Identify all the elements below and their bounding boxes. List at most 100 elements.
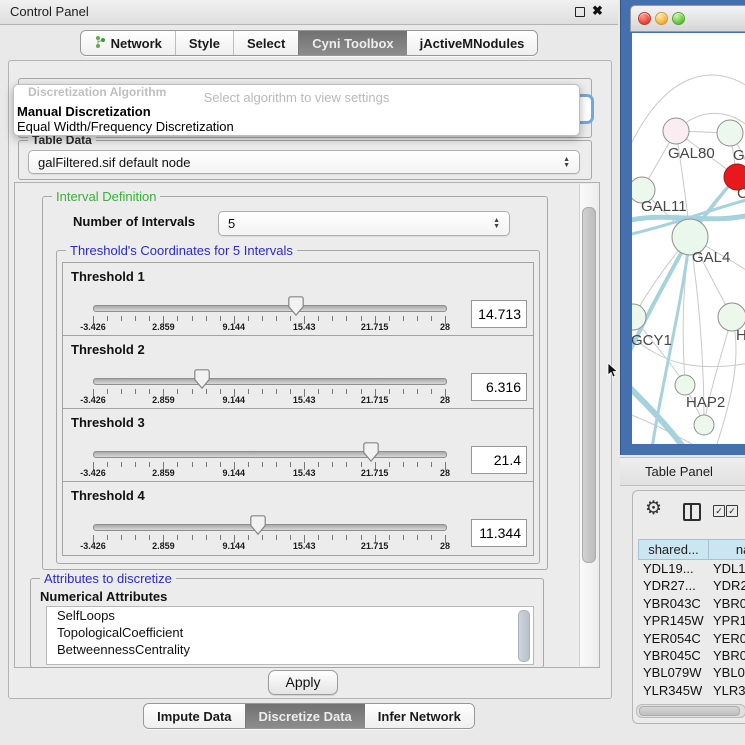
- slider-tick: [220, 316, 221, 321]
- dropdown-item-manual-discretization[interactable]: Manual Discretization: [17, 104, 575, 119]
- control-panel-tabbar: NetworkStyle Select Cyni Toolbox jActiveMNo…: [0, 30, 618, 56]
- threshold-value-input[interactable]: [471, 446, 527, 474]
- tab-jactivemnodules[interactable]: jActiveMNodules: [407, 31, 538, 55]
- tab-cyni-toolbox[interactable]: Cyni Toolbox: [298, 31, 406, 55]
- horizontal-scrollbar-thumb[interactable]: [639, 706, 740, 716]
- slider-tick: [121, 389, 122, 394]
- attribute-list-item[interactable]: SelfLoops: [47, 607, 533, 624]
- table-cell[interactable]: YBR045C: [713, 648, 745, 663]
- network-canvas[interactable]: GAL80GACGAL11GAL4GCY1HHAP2: [632, 33, 745, 444]
- table-cell[interactable]: YIL052C: [713, 700, 745, 702]
- slider-tick-label: 21.715: [361, 395, 389, 405]
- tab-select[interactable]: Select: [233, 31, 298, 55]
- slider-thumb[interactable]: [194, 369, 210, 394]
- table-cell[interactable]: YER054C: [638, 631, 713, 646]
- table-cell[interactable]: YDR27...: [638, 578, 713, 593]
- slider-tick: [248, 535, 249, 540]
- number-of-intervals-combobox[interactable]: 5 ▲▼: [218, 211, 510, 236]
- slider-tick: [361, 316, 362, 321]
- tab-network[interactable]: Network: [81, 31, 175, 55]
- attributes-list-scrollbar-thumb[interactable]: [518, 610, 530, 662]
- cyni-bottom-tabbar: Impute DataDiscretize DataInfer Network: [0, 703, 618, 729]
- table-cell[interactable]: YDL19...: [713, 561, 745, 576]
- checkbox-b-icon[interactable]: ✓: [726, 505, 738, 517]
- table-cell[interactable]: YBL079W: [638, 665, 713, 680]
- slider-tick: [248, 316, 249, 321]
- table-cell[interactable]: YBR043C: [638, 596, 713, 611]
- node-label: H: [736, 327, 745, 344]
- vertical-scrollbar[interactable]: [579, 184, 597, 666]
- tab-style[interactable]: Style: [175, 31, 233, 55]
- dropdown-item-equal-width-frequency[interactable]: Equal Width/Frequency Discretization: [17, 119, 575, 134]
- slider-tick-label: -3.426: [80, 541, 106, 551]
- slider-track[interactable]: [93, 524, 447, 531]
- slider-tick: [403, 389, 404, 394]
- table-cell[interactable]: YLR345W: [638, 683, 713, 698]
- slider-tick: [135, 462, 136, 467]
- slider-tick: [417, 316, 418, 321]
- tab-group: NetworkStyle Select Cyni Toolbox jActiveMNo…: [80, 30, 539, 56]
- column-header[interactable]: shared...: [638, 539, 709, 560]
- apply-button[interactable]: Apply: [268, 670, 338, 695]
- slider-track[interactable]: [93, 451, 447, 458]
- slider-tick-label: 9.144: [223, 468, 246, 478]
- combobox-arrows-icon: ▲▼: [563, 157, 570, 168]
- slider-tick: [332, 535, 333, 540]
- threshold-value-input[interactable]: [471, 373, 527, 401]
- column-header[interactable]: na...: [709, 539, 745, 560]
- table-cell[interactable]: YDL19...: [638, 561, 713, 576]
- minimize-traffic-light-icon[interactable]: [655, 12, 668, 25]
- table-cell[interactable]: YBR045C: [638, 648, 713, 663]
- table-cell[interactable]: YBL079W: [713, 665, 745, 680]
- table-cell[interactable]: YIL052C: [638, 700, 713, 702]
- table-cell[interactable]: YLR345W: [713, 683, 745, 698]
- network-node[interactable]: [675, 375, 695, 395]
- close-icon[interactable]: ✖: [592, 3, 603, 19]
- table-panel-title: Table Panel: [645, 464, 713, 479]
- tab-label: Select: [247, 36, 285, 51]
- network-window-titlebar[interactable]: [630, 5, 745, 32]
- table-cell[interactable]: YPR145W: [713, 613, 745, 628]
- table-cell[interactable]: YPR145W: [638, 613, 713, 628]
- float-window-icon[interactable]: [575, 7, 585, 17]
- slider-track[interactable]: [93, 378, 447, 385]
- threshold-value-input[interactable]: [471, 300, 527, 328]
- horizontal-scrollbar[interactable]: [636, 704, 745, 718]
- interval-definition-title: Interval Definition: [52, 189, 160, 204]
- numerical-attributes-list[interactable]: SelfLoopsTopologicalCoefficientBetweenne…: [46, 606, 534, 665]
- slider-tick: [206, 535, 207, 540]
- slider-tick: [290, 462, 291, 467]
- slider-tick: [192, 535, 193, 540]
- slider-track[interactable]: [93, 305, 447, 312]
- table-data-combobox-value: galFiltered.sif default node: [38, 155, 190, 170]
- tab-label: jActiveMNodules: [420, 36, 525, 51]
- table-cell[interactable]: YER054C: [713, 631, 745, 646]
- slider-tick-label: 2.859: [152, 322, 175, 332]
- zoom-traffic-light-icon[interactable]: [672, 12, 685, 25]
- attribute-list-item[interactable]: TopologicalCoefficient: [47, 624, 533, 641]
- table-cell[interactable]: YDR27...: [713, 578, 745, 593]
- table-data-combobox[interactable]: galFiltered.sif default node ▲▼: [28, 150, 580, 174]
- tab-infer-network[interactable]: Infer Network: [365, 704, 474, 728]
- tab-discretize-data[interactable]: Discretize Data: [245, 704, 365, 728]
- tab-group: Impute DataDiscretize DataInfer Network: [143, 703, 475, 729]
- threshold-value-input[interactable]: [471, 519, 527, 547]
- network-node[interactable]: [717, 120, 743, 146]
- attribute-list-item[interactable]: BetweennessCentrality: [47, 641, 533, 658]
- table-cell[interactable]: YBR043C: [713, 596, 745, 611]
- slider-tick: [389, 316, 390, 321]
- columns-icon[interactable]: [683, 503, 701, 521]
- slider-tick-label: 2.859: [152, 541, 175, 551]
- dropdown-placeholder-item[interactable]: Select algorithm to view settings: [14, 90, 579, 105]
- slider-tick: [177, 535, 178, 540]
- slider-thumb[interactable]: [250, 515, 266, 540]
- network-node[interactable]: [694, 415, 714, 435]
- vertical-scrollbar-thumb[interactable]: [582, 207, 596, 563]
- close-traffic-light-icon[interactable]: [638, 12, 651, 25]
- network-node[interactable]: [663, 118, 689, 144]
- tab-label: Cyni Toolbox: [312, 36, 393, 51]
- tab-impute-data[interactable]: Impute Data: [144, 704, 244, 728]
- checkbox-a-icon[interactable]: ✓: [713, 505, 725, 517]
- slider-thumb[interactable]: [363, 442, 379, 467]
- gear-icon[interactable]: ⚙: [645, 499, 662, 518]
